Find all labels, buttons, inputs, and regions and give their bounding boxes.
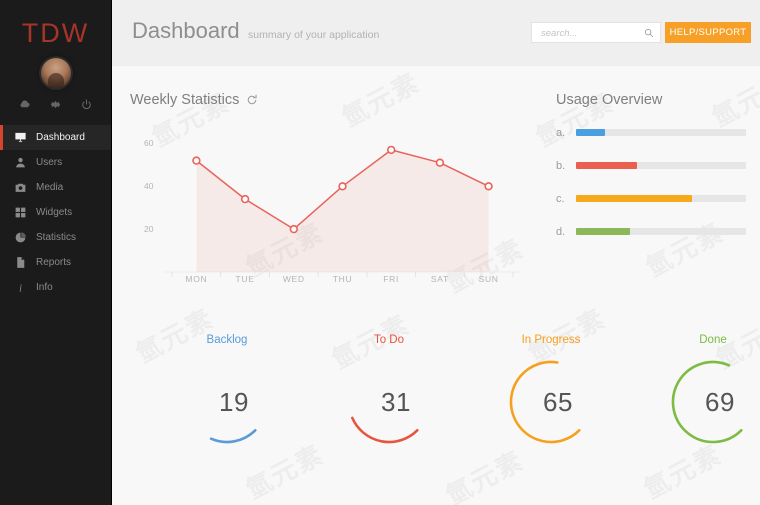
gauge-value: 19 — [219, 386, 249, 417]
sidebar-item-reports[interactable]: Reports — [0, 250, 111, 275]
usage-bar-label: b. — [556, 159, 566, 172]
usage-bar-track[interactable] — [576, 228, 746, 235]
refresh-icon[interactable] — [246, 94, 258, 106]
gauge-arc: 31 — [337, 354, 441, 450]
gear-icon[interactable] — [49, 98, 62, 111]
usage-bar-track[interactable] — [576, 129, 746, 136]
gauges-row: Backlog 19 To Do 31 In Progress 65 Done 69 — [112, 334, 760, 494]
sidebar-item-info[interactable]: i Info — [0, 275, 111, 300]
sidebar-nav: Dashboard Users Media Widgets Statistics… — [0, 125, 111, 300]
sidebar-item-users[interactable]: Users — [0, 150, 111, 175]
chart-x-tick: WED — [282, 274, 305, 284]
chart-plot-area: 20 40 60 MON TUE WED THU FRI SAT SUN — [130, 114, 525, 294]
main-content: 氫元素 氫元素 氫元素 氫元素 氫元素 氫元素 氫元素 氫元素 氫元素 氫元素 … — [112, 66, 760, 505]
gauge-arc: 19 — [175, 354, 279, 450]
search-input[interactable] — [539, 23, 643, 44]
pie-chart-icon — [14, 231, 27, 244]
usage-bar-label: d. — [556, 225, 566, 238]
sidebar-item-media[interactable]: Media — [0, 175, 111, 200]
page-title: Dashboard — [132, 18, 240, 43]
sidebar-quick-actions — [0, 98, 111, 111]
sidebar-item-label: Reports — [36, 257, 72, 268]
user-icon — [14, 156, 27, 169]
usage-bar-track[interactable] — [576, 162, 746, 169]
sidebar-item-widgets[interactable]: Widgets — [0, 200, 111, 225]
gauge-arc: 65 — [499, 354, 603, 450]
sidebar-item-label: Info — [36, 282, 53, 293]
search-icon[interactable] — [644, 28, 654, 38]
camera-icon — [14, 181, 27, 194]
chart-x-tick: TUE — [235, 274, 255, 284]
sidebar-item-dashboard[interactable]: Dashboard — [0, 125, 111, 150]
usage-bar-row: b. — [556, 159, 746, 172]
chart-x-tick: SUN — [478, 274, 499, 284]
document-icon — [14, 256, 27, 269]
usage-overview-card: Usage Overview a. b. c. d. — [556, 92, 746, 260]
chart-y-tick: 20 — [144, 224, 154, 235]
sidebar-item-label: Dashboard — [36, 132, 85, 143]
sidebar-item-label: Widgets — [36, 207, 73, 218]
chart-x-tick: THU — [332, 274, 353, 284]
cloud-icon[interactable] — [18, 98, 31, 111]
svg-text:i: i — [19, 283, 22, 294]
info-icon: i — [14, 281, 27, 294]
gauge-card: In Progress 65 — [470, 334, 632, 450]
usage-bar-fill — [576, 228, 631, 235]
gauge-label: In Progress — [521, 334, 581, 346]
chart-y-tick: 60 — [144, 138, 154, 149]
gauge-label: To Do — [373, 334, 405, 346]
power-icon[interactable] — [80, 98, 93, 111]
gauge-card: To Do 31 — [308, 334, 470, 450]
gauge-label: Backlog — [206, 334, 248, 346]
sidebar: TDW Dashboard Users Media Widgets Statis… — [0, 0, 112, 505]
search-box[interactable] — [531, 22, 661, 44]
sidebar-item-statistics[interactable]: Statistics — [0, 225, 111, 250]
chart-title: Weekly Statistics — [130, 92, 240, 108]
usage-bar-row: c. — [556, 192, 746, 205]
help-support-button[interactable]: HELP/SUPPORT — [665, 22, 751, 43]
sidebar-item-label: Users — [36, 157, 63, 168]
usage-bar-row: a. — [556, 126, 746, 139]
sidebar-item-label: Statistics — [36, 232, 77, 243]
gauge-card: Done 69 — [632, 334, 760, 450]
usage-title: Usage Overview — [556, 92, 663, 108]
top-header: Dashboard summary of your application HE… — [112, 0, 760, 66]
usage-bar-label: a. — [556, 126, 566, 139]
line-chart-svg — [164, 145, 521, 277]
usage-bar-track[interactable] — [576, 195, 746, 202]
gauge-arc: 69 — [661, 354, 760, 450]
usage-bars-list: a. b. c. d. — [556, 126, 746, 238]
usage-bar-fill — [576, 129, 605, 136]
grid-icon — [14, 206, 27, 219]
brand-logo: TDW — [21, 18, 90, 48]
chart-y-tick: 40 — [144, 181, 154, 192]
avatar-wrapper — [0, 58, 111, 88]
page-subtitle: summary of your application — [248, 29, 380, 41]
gauge-value: 69 — [705, 386, 735, 417]
usage-bar-row: d. — [556, 225, 746, 238]
usage-bar-fill — [576, 162, 638, 169]
dashboard-app: TDW Dashboard Users Media Widgets Statis… — [0, 0, 760, 505]
chart-x-tick: FRI — [383, 274, 400, 284]
chart-header: Weekly Statistics — [130, 92, 530, 108]
monitor-icon — [14, 131, 27, 144]
weekly-statistics-card: Weekly Statistics 20 40 60 MON TUE WED THU FRI… — [130, 92, 530, 294]
sidebar-item-label: Media — [36, 182, 64, 193]
gauge-card: Backlog 19 — [146, 334, 308, 450]
avatar[interactable] — [40, 58, 71, 88]
chart-x-axis-labels: MON TUE WED THU FRI SAT SUN — [130, 274, 525, 292]
usage-bar-label: c. — [556, 192, 565, 205]
usage-bar-fill — [576, 195, 692, 202]
gauge-label: Done — [699, 334, 727, 346]
chart-x-tick: SAT — [430, 274, 449, 284]
gauge-value: 31 — [381, 386, 411, 417]
chart-x-tick: MON — [185, 274, 208, 284]
gauge-value: 65 — [543, 386, 573, 417]
